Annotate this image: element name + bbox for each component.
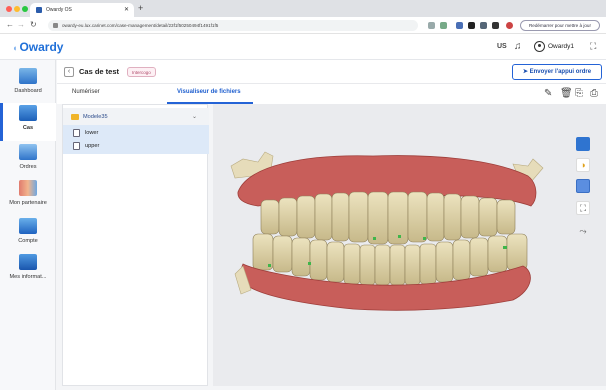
browser-toolbar: ← → ↻ owardy-eu.lux.carinet.com/case-man… (0, 17, 606, 34)
back-nav-icon[interactable]: ← (6, 20, 14, 29)
forward-nav-icon[interactable]: → (17, 20, 25, 29)
sidebar-item-label: Mes informat... (9, 274, 47, 280)
user-avatar-icon[interactable] (534, 41, 545, 52)
occlusion-icon[interactable] (576, 179, 590, 193)
browser-tab-strip: Owardy OS ✕ + (0, 0, 606, 17)
extension-icon[interactable] (480, 22, 487, 29)
sidebar-item-label: Dashboard (14, 88, 42, 94)
send-order-button[interactable]: ➤ Envoyer l'appui ordre (512, 64, 602, 80)
logo-text: Owardy (19, 40, 64, 54)
app-logo[interactable]: ◖ Owardy (12, 40, 63, 54)
app-header: ◖ Owardy US ♫ Owardy1 ⛶ (0, 34, 606, 60)
case-header: ‹ Cas de test Intercogo ➤ Envoyer l'appu… (57, 60, 606, 84)
region-selector[interactable]: US (497, 43, 507, 50)
reload-icon[interactable]: ↻ (30, 20, 37, 29)
case-icon (19, 105, 37, 121)
folder-name: Modele35 (83, 114, 108, 120)
extension-icon[interactable] (468, 22, 475, 29)
sidebar-item-ordres[interactable]: Ordres (0, 142, 56, 182)
account-icon (19, 218, 37, 234)
sidebar: Dashboard Cas Ordres Mon partenaire Comp… (0, 60, 56, 390)
dashboard-icon (19, 68, 37, 84)
extension-icon[interactable] (428, 22, 435, 29)
sidebar-item-cas[interactable]: Cas (0, 103, 56, 141)
minimize-window-button[interactable] (14, 6, 20, 12)
sidebar-item-label: Compte (18, 238, 38, 244)
tab-numeriser[interactable]: Numériser (72, 89, 100, 95)
file-row[interactable]: upper (63, 138, 209, 154)
delete-icon[interactable]: 🗑 (560, 88, 573, 99)
favicon-icon (36, 7, 42, 13)
orders-icon (19, 144, 37, 160)
sidebar-item-dashboard[interactable]: Dashboard (0, 66, 56, 106)
sidebar-item-label: Mon partenaire (9, 200, 47, 206)
measure-icon[interactable]: ⤳ (576, 225, 590, 239)
username[interactable]: Owardy1 (548, 43, 574, 50)
color-view-icon[interactable] (576, 137, 590, 151)
extension-icon[interactable] (440, 22, 447, 29)
status-badge: Intercogo (127, 67, 156, 77)
fit-view-icon[interactable]: ⛶ (576, 201, 590, 215)
sidebar-item-label: Ordres (19, 164, 37, 170)
browser-tab-title: Owardy OS (46, 7, 72, 13)
sidebar-item-compte[interactable]: Compte (0, 216, 56, 256)
dental-model-render (230, 151, 544, 311)
page-title: Cas de test (79, 67, 120, 76)
file-tree-panel: Modele35 ⌄ lower upper (62, 104, 209, 386)
folder-icon (71, 114, 79, 120)
new-tab-icon[interactable]: + (138, 3, 143, 13)
tab-visualiseur[interactable]: Visualiseur de fichiers (177, 89, 241, 95)
address-bar[interactable]: owardy-eu.lux.carinet.com/case-managemen… (48, 20, 418, 31)
partner-icon (19, 180, 37, 196)
3d-viewer[interactable] (213, 104, 606, 386)
extension-icon[interactable] (492, 22, 499, 29)
file-icon (73, 142, 80, 150)
info-icon (19, 254, 37, 270)
send-icon: ➤ (522, 69, 530, 75)
profile-icon[interactable] (506, 22, 513, 29)
restart-update-button[interactable]: Redémarrer pour mettre à jour (520, 20, 600, 31)
file-name: upper (85, 143, 100, 149)
upload-file-icon[interactable]: ⎘ (575, 88, 583, 99)
chevron-down-icon[interactable]: ⌄ (192, 108, 197, 126)
print-icon[interactable]: ⎙ (590, 88, 598, 99)
texture-icon[interactable]: ◑ (576, 158, 590, 172)
lock-icon (53, 23, 58, 28)
logo-mark-icon: ◖ (12, 43, 18, 53)
file-icon (73, 129, 80, 137)
send-order-label: Envoyer l'appui ordre (529, 69, 592, 75)
sidebar-item-label: Cas (22, 125, 34, 131)
close-tab-icon[interactable]: ✕ (124, 3, 129, 17)
edit-file-icon[interactable]: ✎ (544, 88, 552, 99)
tab-bar: Numériser Visualiseur de fichiers ✎ 🗑 ⎘ … (57, 84, 606, 104)
maximize-window-button[interactable] (22, 6, 28, 12)
sidebar-item-informations[interactable]: Mes informat... (0, 252, 56, 292)
close-window-button[interactable] (6, 6, 12, 12)
bell-icon[interactable]: ♫ (514, 41, 522, 52)
browser-tab[interactable]: Owardy OS ✕ (30, 3, 134, 17)
url-text: owardy-eu.lux.carinet.com/case-managemen… (62, 23, 219, 28)
fullscreen-icon[interactable]: ⛶ (590, 41, 596, 52)
extension-icon[interactable] (456, 22, 463, 29)
folder-row[interactable]: Modele35 ⌄ (63, 108, 209, 126)
sidebar-item-partenaire[interactable]: Mon partenaire (0, 178, 56, 218)
back-icon[interactable]: ‹ (64, 67, 74, 77)
